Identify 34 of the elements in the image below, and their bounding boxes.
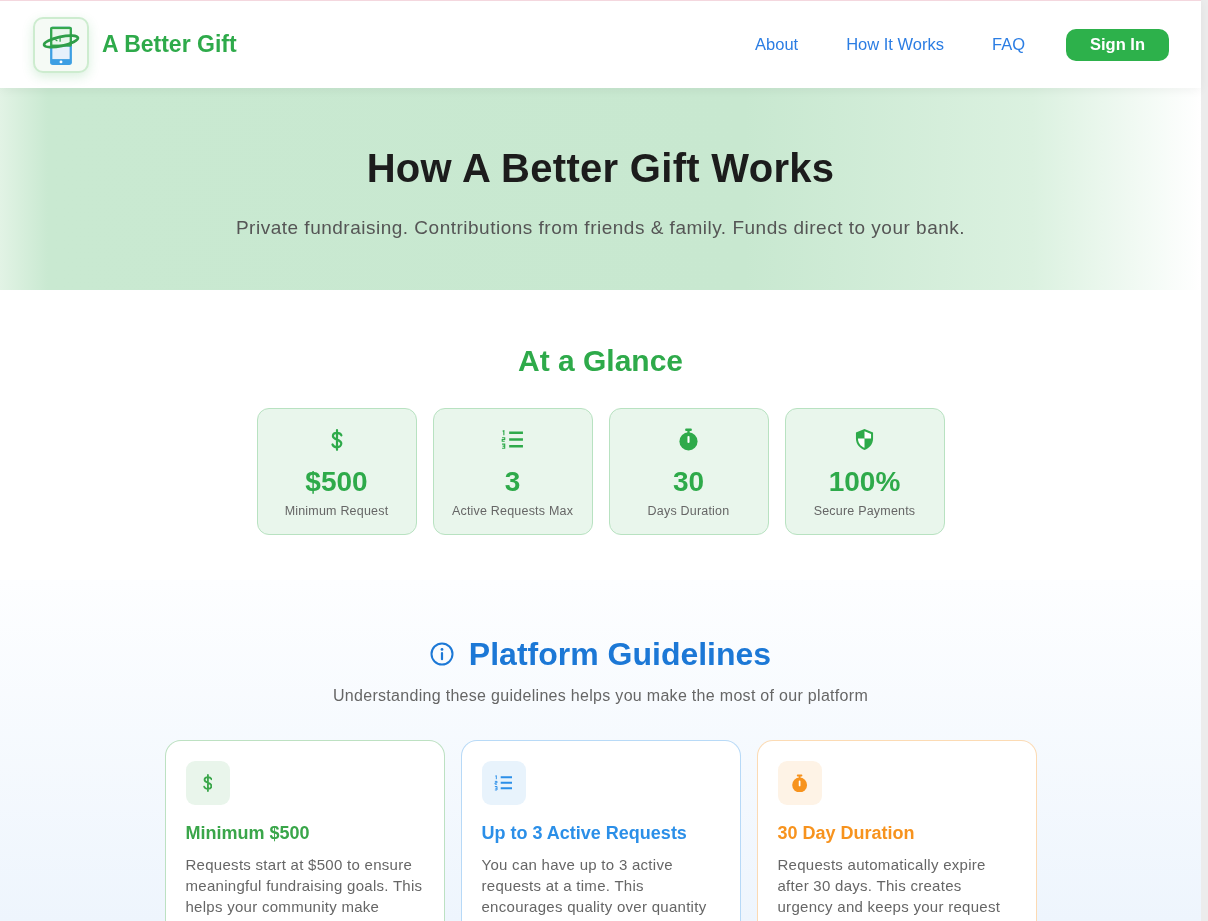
brand-name: A Better Gift xyxy=(102,31,237,58)
stopwatch-icon xyxy=(678,428,699,451)
dollar-icon xyxy=(330,428,343,451)
nav-link[interactable]: How It Works xyxy=(846,35,944,54)
nav-link[interactable]: About xyxy=(755,35,799,54)
stat-label: Minimum Request xyxy=(284,503,389,519)
scrollbar-track[interactable] xyxy=(1201,0,1208,921)
stopwatch-icon xyxy=(777,761,822,805)
numbered-list-icon xyxy=(501,430,524,449)
guideline-title: Minimum $500 xyxy=(185,822,311,845)
numbered-list-icon xyxy=(481,761,526,805)
sign-in-button[interactable]: Sign In xyxy=(1066,28,1169,61)
stat-label: Days Duration xyxy=(647,503,730,519)
section-title: At a Glance xyxy=(516,343,685,379)
shield-icon xyxy=(855,428,874,451)
section-subtitle: Understanding these guidelines helps you make the most of our platform xyxy=(332,686,869,706)
stat-value: $500 xyxy=(305,465,368,499)
logo-icon[interactable] xyxy=(33,16,89,73)
guideline-title: 30 Day Duration xyxy=(777,822,916,845)
stat-value: 30 xyxy=(672,465,705,499)
guideline-text: You can have up to 3 active requests at a time. This encourages quality over quantity xyxy=(481,855,708,917)
guideline-text: Requests start at $500 to ensure meaningful fundraising goals. This helps your community make xyxy=(185,855,424,917)
stat-value: 3 xyxy=(504,465,521,499)
hero-title: How A Better Gift Works xyxy=(365,145,836,192)
hero-subtitle: Private fundraising. Contributions from friends & family. Funds direct to your bank. xyxy=(234,216,967,240)
guideline-text: Requests automatically expire after 30 days. This creates urgency and keeps your request xyxy=(777,855,1002,917)
section-title: Platform Guidelines xyxy=(468,635,772,674)
dollar-icon xyxy=(185,761,230,805)
info-icon xyxy=(429,642,454,666)
guideline-title: Up to 3 Active Requests xyxy=(481,822,688,845)
stat-label: Active Requests Max xyxy=(451,503,574,519)
stat-value: 100% xyxy=(828,465,901,499)
stat-label: Secure Payments xyxy=(813,503,916,519)
nav-link[interactable]: FAQ xyxy=(992,35,1025,54)
